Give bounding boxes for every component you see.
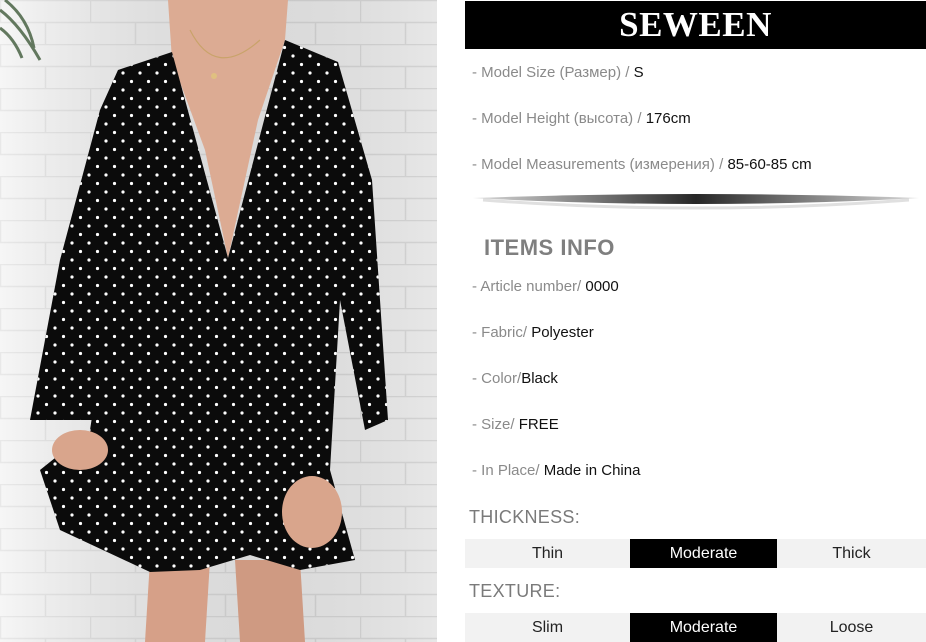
place-value: Made in China xyxy=(543,462,641,479)
size-value: FREE xyxy=(518,416,559,433)
model-height-row: - Model Height (высота) / 176cm xyxy=(472,110,691,127)
fabric-label: - Fabric/ xyxy=(472,324,532,341)
model-measurements-label: - Model Measurements (измерения) / xyxy=(472,156,728,173)
model-height-value: 176cm xyxy=(645,110,691,127)
model-measurements-row: - Model Measurements (измерения) / 85-60… xyxy=(472,156,812,173)
model-size-label: - Model Size (Размер) / xyxy=(472,64,634,81)
place-label: - In Place/ xyxy=(472,462,544,479)
fabric-value: Polyester xyxy=(531,324,594,341)
model-height-label: - Model Height (высота) / xyxy=(472,110,646,127)
color-value: Black xyxy=(521,370,558,387)
texture-option-loose: Loose xyxy=(777,613,926,642)
color-label: - Color/ xyxy=(472,370,522,387)
product-photo-illustration xyxy=(0,0,437,642)
items-info-title: ITEMS INFO xyxy=(484,235,615,260)
size-row: - Size/ FREE xyxy=(472,416,559,433)
texture-title: TEXTURE: xyxy=(469,581,561,601)
article-number-row: - Article number/ 0000 xyxy=(472,278,619,295)
thickness-title: THICKNESS: xyxy=(469,507,581,527)
brand-header: SEWEEN xyxy=(465,1,926,49)
thickness-option-moderate: Moderate xyxy=(630,539,777,568)
color-row: - Color/Black xyxy=(472,370,558,387)
product-photo xyxy=(0,0,437,642)
thickness-option-thin: Thin xyxy=(465,539,630,568)
texture-option-moderate: Moderate xyxy=(630,613,777,642)
model-measurements-value: 85-60-85 cm xyxy=(727,156,812,173)
thickness-scale: Thin Moderate Thick xyxy=(465,539,926,568)
texture-option-slim: Slim xyxy=(465,613,630,642)
article-number-value: 0000 xyxy=(585,278,619,295)
section-divider xyxy=(473,194,919,210)
article-number-label: - Article number/ xyxy=(472,278,586,295)
texture-scale: Slim Moderate Loose xyxy=(465,613,926,642)
thickness-option-thick: Thick xyxy=(777,539,926,568)
product-info-panel: SEWEEN - Model Size (Размер) / S - Model… xyxy=(465,0,926,642)
model-size-row: - Model Size (Размер) / S xyxy=(472,64,644,81)
brand-name: SEWEEN xyxy=(619,5,772,44)
fabric-row: - Fabric/ Polyester xyxy=(472,324,594,341)
size-label: - Size/ xyxy=(472,416,519,433)
model-size-value: S xyxy=(633,64,644,81)
place-row: - In Place/ Made in China xyxy=(472,462,640,479)
